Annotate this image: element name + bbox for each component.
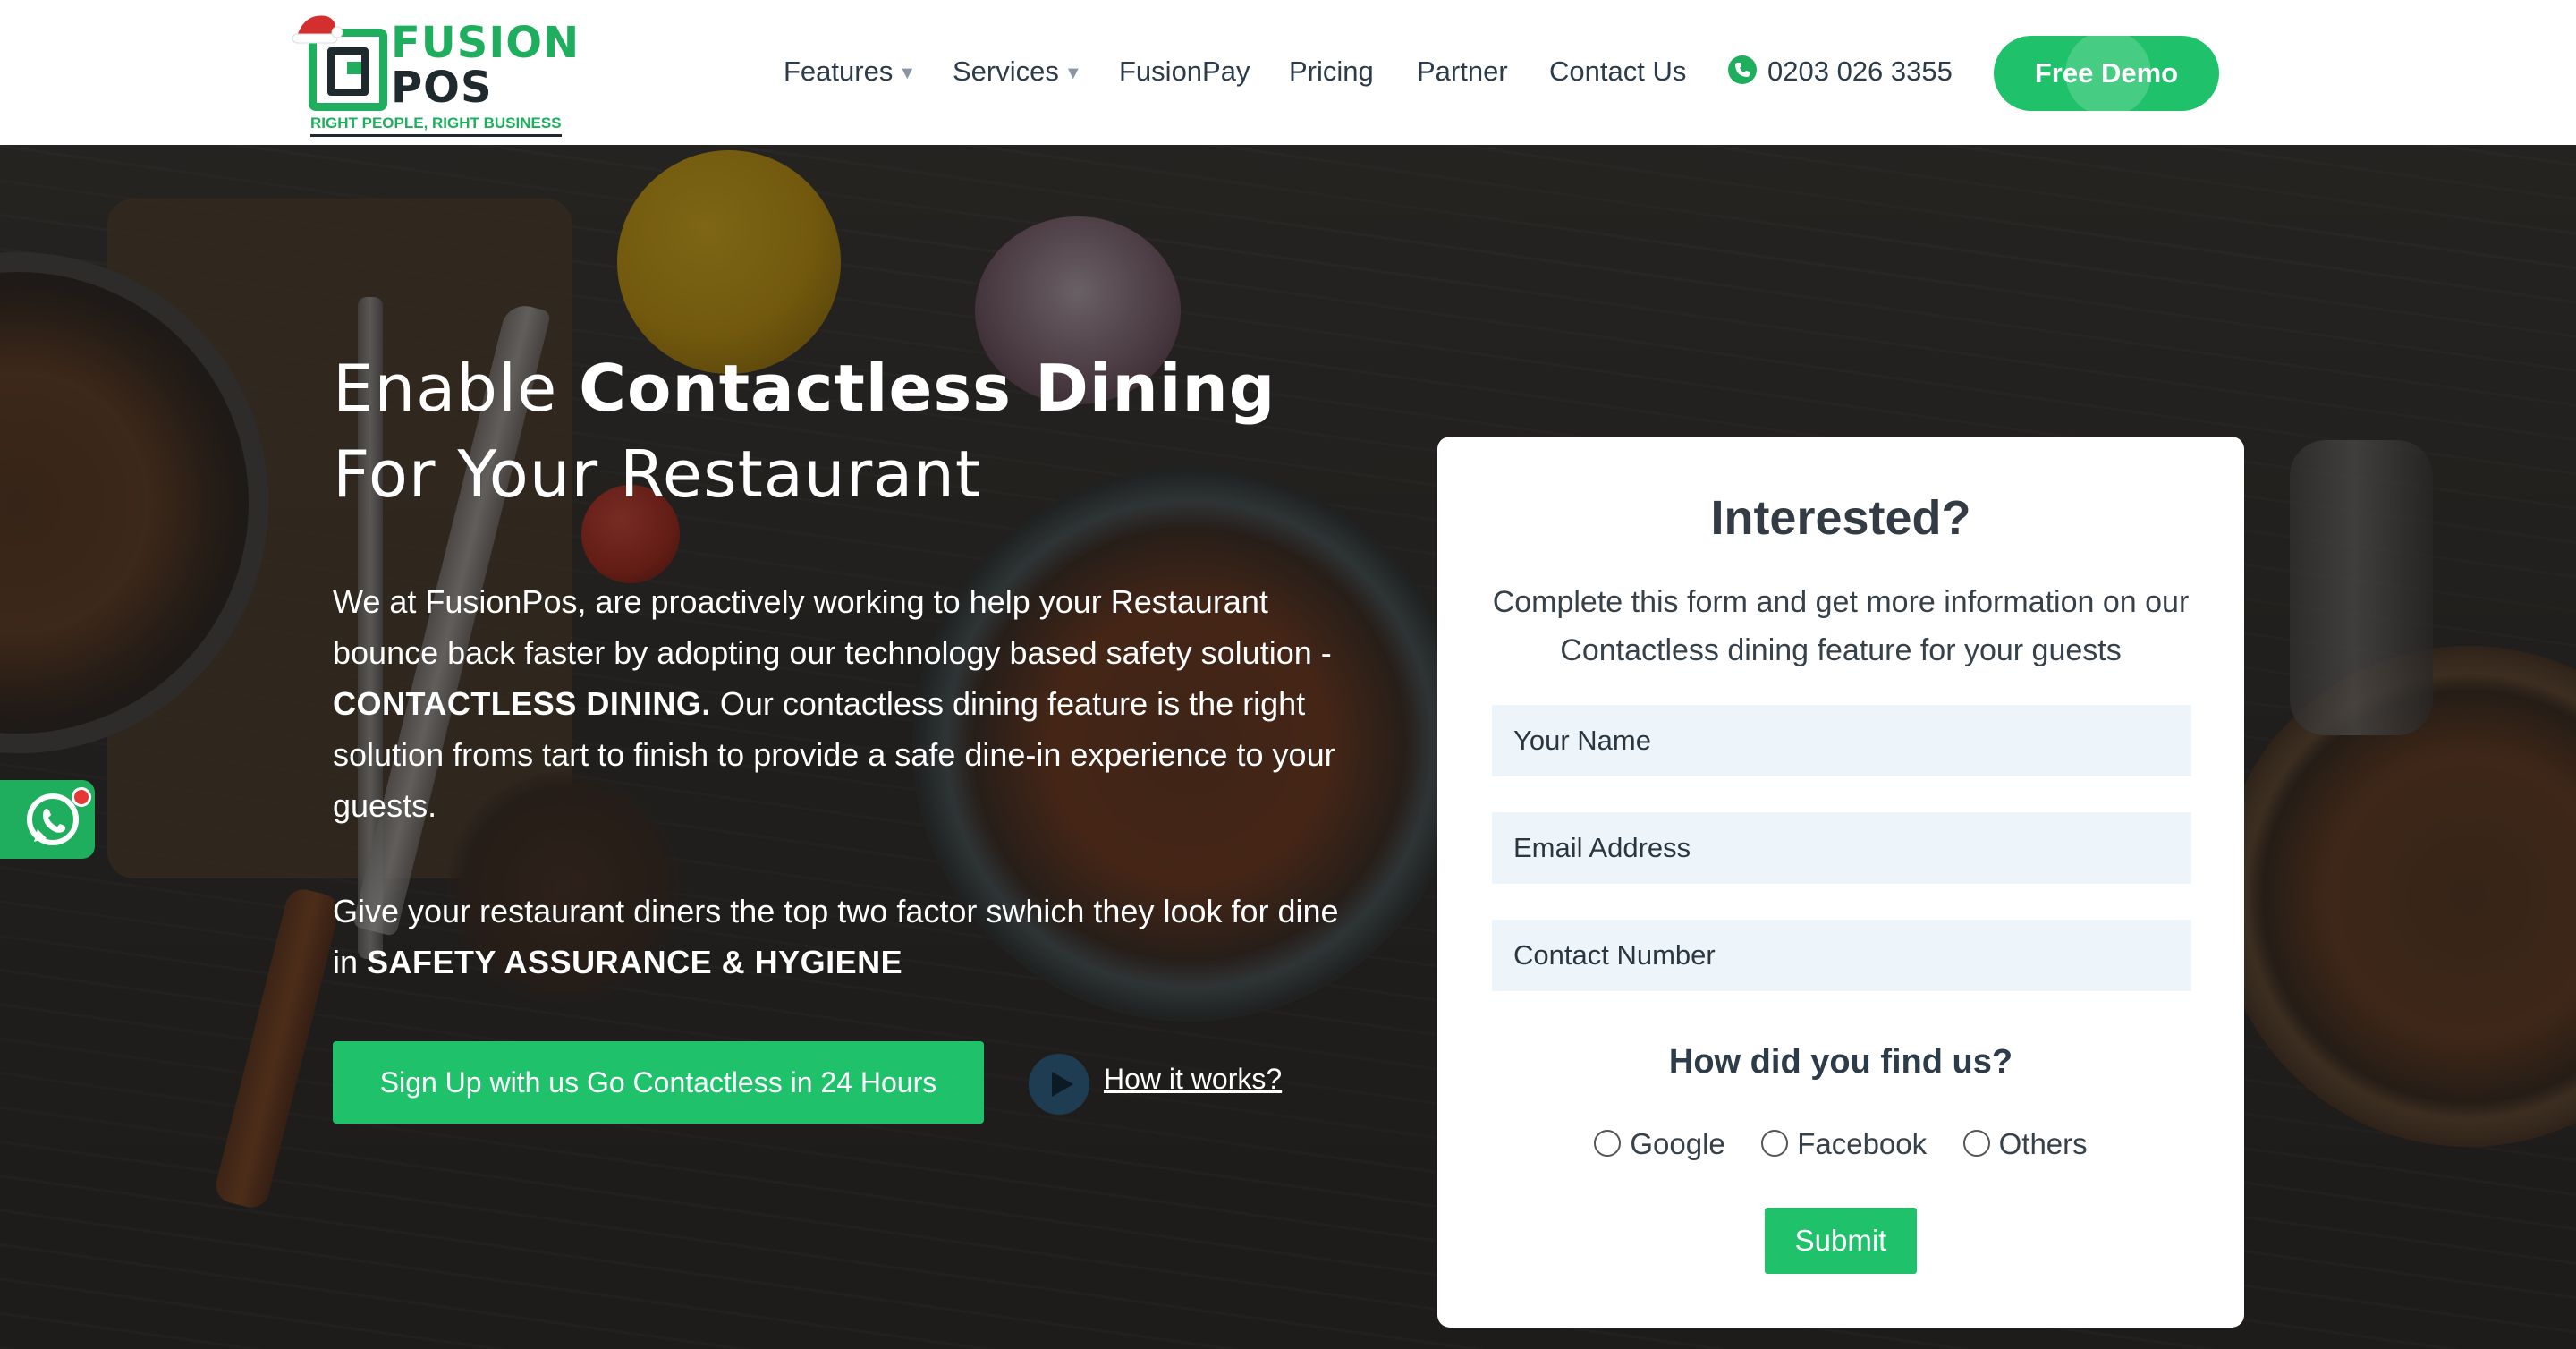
free-demo-button[interactable]: Free Demo — [1994, 36, 2219, 111]
radio-circle — [1962, 1130, 1990, 1157]
nav-item-label: Pricing — [1289, 55, 1374, 87]
site-header: FUSION POS RIGHT PEOPLE, RIGHT BUSINESS … — [0, 0, 2576, 145]
phone-link[interactable]: 0203 026 3355 — [1728, 47, 1953, 97]
form-title: Interested? — [1710, 491, 1971, 545]
radio-circle — [1761, 1130, 1789, 1157]
hero-section: Enable Contactless Dining For Your Resta… — [0, 145, 2576, 1349]
nav-item-label: Partner — [1417, 55, 1508, 87]
hero-title: Enable Contactless Dining For Your Resta… — [333, 351, 1276, 512]
how-found-options: Google Facebook Others — [1437, 1127, 2244, 1161]
name-field[interactable] — [1492, 705, 2191, 776]
nav-item-services[interactable]: Services ▼ — [953, 47, 1082, 97]
submit-button[interactable]: Submit — [1765, 1208, 1917, 1274]
logo-tagline: RIGHT PEOPLE, RIGHT BUSINESS — [310, 115, 562, 137]
phone-number: 0203 026 3355 — [1767, 55, 1953, 87]
nav-item-fusionpay[interactable]: FusionPay — [1119, 47, 1250, 97]
signup-button[interactable]: Sign Up with us Go Contactless in 24 Hou… — [333, 1041, 984, 1124]
form-subtitle: Complete this form and get more informat… — [1492, 585, 2190, 667]
interest-form-card: Interested? Complete this form and get m… — [1437, 437, 2244, 1328]
play-icon — [1029, 1054, 1089, 1115]
hero-paragraph-1: We at FusionPos, are proactively working… — [333, 583, 1335, 824]
nav-item-contact-us[interactable]: Contact Us — [1549, 47, 1686, 97]
radio-circle — [1594, 1130, 1622, 1157]
nav-item-label: FusionPay — [1119, 55, 1250, 87]
radio-facebook[interactable]: Facebook — [1761, 1127, 1927, 1161]
nav-item-pricing[interactable]: Pricing — [1289, 47, 1374, 97]
nav-item-label: Services — [953, 55, 1059, 87]
radio-others[interactable]: Others — [1962, 1127, 2088, 1161]
nav-item-label: Contact Us — [1549, 55, 1687, 87]
caret-down-icon: ▼ — [898, 64, 917, 83]
nav-item-label: Features — [784, 55, 894, 87]
nav-item-features[interactable]: Features ▼ — [784, 47, 916, 97]
radio-google[interactable]: Google — [1594, 1127, 1725, 1161]
contact-number-field[interactable] — [1492, 920, 2191, 991]
email-field[interactable] — [1492, 812, 2191, 884]
santa-hat-icon — [292, 15, 343, 44]
how-found-title: How did you find us? — [1668, 1043, 2013, 1081]
nav-item-partner[interactable]: Partner — [1417, 47, 1508, 97]
phone-icon — [1728, 55, 1757, 84]
hero-paragraph-2: Give your restaurant diners the top two … — [333, 893, 1339, 980]
notification-dot — [72, 787, 91, 807]
caret-down-icon: ▼ — [1063, 64, 1082, 83]
whatsapp-button[interactable] — [0, 780, 95, 859]
how-it-works-label: How it works? — [1104, 1063, 1283, 1095]
